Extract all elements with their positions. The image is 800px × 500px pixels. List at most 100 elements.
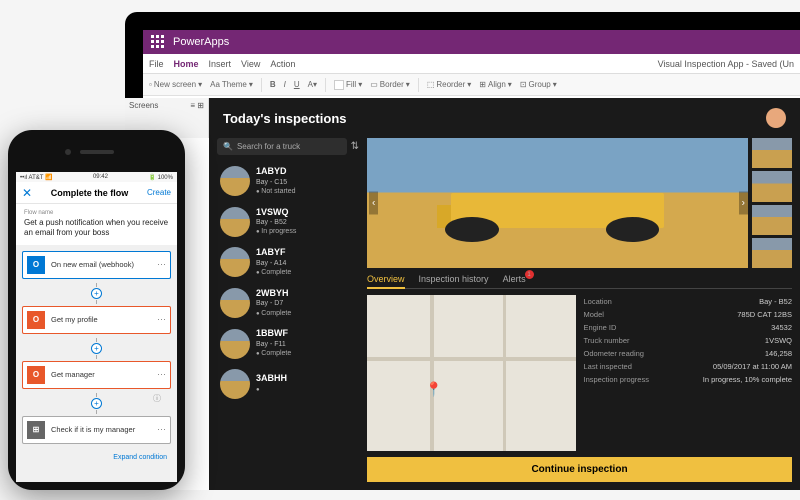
spec-table: LocationBay - B52Model785D CAT 12BSEngin… bbox=[584, 295, 793, 451]
flow-step[interactable]: ⊞Check if it is my manager⋯ bbox=[22, 416, 171, 444]
tab-inspection-history[interactable]: Inspection history bbox=[419, 274, 489, 285]
carrier-label: ••ıl AT&T 📶 bbox=[20, 174, 52, 181]
truck-thumb bbox=[220, 369, 250, 399]
spec-row: Model785D CAT 12BS bbox=[584, 308, 793, 321]
thumbnail-1[interactable] bbox=[752, 138, 792, 168]
truck-thumb bbox=[220, 207, 250, 237]
connector-icon: O bbox=[27, 256, 45, 274]
format-toolbar: ▫ New screen ▾ Aa Theme ▾ B I U A▾ Fill … bbox=[143, 74, 800, 96]
truck-thumb bbox=[220, 288, 250, 318]
spec-row: Odometer reading146,258 bbox=[584, 347, 793, 360]
tab-file[interactable]: File bbox=[149, 59, 164, 69]
add-step-icon[interactable]: + bbox=[91, 343, 102, 354]
location-map[interactable]: 📍 bbox=[367, 295, 576, 451]
tab-action[interactable]: Action bbox=[270, 59, 295, 69]
truck-thumb bbox=[220, 166, 250, 196]
truck-list-item[interactable]: 3ABHH bbox=[217, 364, 359, 404]
sort-icon[interactable]: ⇅ bbox=[351, 141, 359, 152]
new-screen-button[interactable]: ▫ New screen ▾ bbox=[149, 80, 202, 89]
underline-button[interactable]: U bbox=[294, 80, 300, 89]
align-button[interactable]: ⊞ Align ▾ bbox=[479, 80, 512, 89]
user-avatar[interactable] bbox=[766, 108, 786, 128]
battery-label: 🔋 100% bbox=[148, 174, 173, 181]
truck-list-item[interactable]: 2WBYHBay - D7Complete bbox=[217, 283, 359, 324]
flow-steps: OOn new email (webhook)⋯ + OGet my profile… bbox=[16, 245, 177, 452]
italic-button[interactable]: I bbox=[284, 80, 286, 89]
phone-device: ••ıl AT&T 📶 09:42 🔋 100% ✕ Complete the … bbox=[8, 130, 185, 490]
screens-panel-label: Screens bbox=[143, 101, 158, 110]
add-step-icon[interactable]: + bbox=[91, 288, 102, 299]
hero-image[interactable] bbox=[367, 138, 748, 268]
connector-icon: ⊞ bbox=[27, 421, 45, 439]
thumbnail-4[interactable] bbox=[752, 238, 792, 268]
waffle-icon[interactable] bbox=[151, 35, 165, 49]
font-color-button[interactable]: A▾ bbox=[308, 80, 317, 89]
hero-gallery: ‹ › bbox=[367, 138, 792, 268]
truck-thumb bbox=[220, 329, 250, 359]
reorder-button[interactable]: ⬚ Reorder ▾ bbox=[427, 80, 471, 89]
detail-column: ‹ › Overview Inspection history Alerts1 bbox=[367, 138, 800, 490]
phone-status-bar: ••ıl AT&T 📶 09:42 🔋 100% bbox=[16, 172, 177, 182]
thumbnail-2[interactable] bbox=[752, 171, 792, 201]
create-button[interactable]: Create bbox=[147, 188, 171, 197]
clock-label: 09:42 bbox=[93, 174, 108, 180]
search-icon: 🔍 bbox=[223, 142, 233, 151]
more-icon[interactable]: ⋯ bbox=[157, 314, 166, 325]
flow-name-label: Flow name bbox=[24, 210, 169, 216]
tab-alerts[interactable]: Alerts1 bbox=[503, 274, 526, 285]
connector-icon: O bbox=[27, 366, 45, 384]
add-step-icon[interactable]: + bbox=[91, 398, 102, 409]
step-connector: + bbox=[22, 281, 171, 306]
info-icon[interactable]: ⓘ bbox=[153, 393, 161, 404]
continue-inspection-button[interactable]: Continue inspection bbox=[367, 457, 792, 482]
flow-step[interactable]: OGet manager⋯ bbox=[22, 361, 171, 389]
step-connector: + bbox=[22, 336, 171, 361]
tab-home[interactable]: Home bbox=[174, 59, 199, 69]
theme-button[interactable]: Aa Theme ▾ bbox=[210, 80, 253, 89]
fill-button[interactable]: Fill ▾ bbox=[334, 80, 362, 90]
bold-button[interactable]: B bbox=[270, 80, 276, 89]
flow-name-field[interactable]: Flow name Get a push notification when y… bbox=[16, 204, 177, 245]
ribbon-tabs: File Home Insert View Action Visual Insp… bbox=[143, 54, 800, 74]
tablet-screen: PowerApps File Home Insert View Action V… bbox=[143, 30, 800, 490]
more-icon[interactable]: ⋯ bbox=[157, 259, 166, 270]
expand-condition-link[interactable]: Expand condition bbox=[16, 452, 177, 463]
app-canvas: Today's inspections 🔍 Search for a truck… bbox=[209, 98, 800, 490]
panel-view-icons[interactable]: ≡ ⊞ bbox=[190, 101, 204, 110]
chevron-left-icon[interactable]: ‹ bbox=[369, 192, 378, 215]
flow-step[interactable]: OOn new email (webhook)⋯ bbox=[22, 251, 171, 279]
spec-row: Last inspected05/09/2017 at 11:00 AM bbox=[584, 360, 793, 373]
page-title: Complete the flow bbox=[51, 188, 129, 198]
tab-overview[interactable]: Overview bbox=[367, 274, 405, 289]
truck-list-item[interactable]: 1BBWFBay - F11Complete bbox=[217, 323, 359, 364]
connector-icon: O bbox=[27, 311, 45, 329]
thumbnail-3[interactable] bbox=[752, 205, 792, 235]
more-icon[interactable]: ⋯ bbox=[157, 424, 166, 435]
tab-insert[interactable]: Insert bbox=[209, 59, 232, 69]
map-pin-icon: 📍 bbox=[425, 381, 442, 398]
spec-row: Inspection progressIn progress, 10% comp… bbox=[584, 373, 793, 386]
app-name: PowerApps bbox=[173, 36, 229, 48]
flow-name-value: Get a push notification when you receive… bbox=[24, 218, 169, 239]
step-connector: +ⓘ bbox=[22, 391, 171, 416]
truck-list-column: 🔍 Search for a truck ⇅ 1ABYDBay - C15Not… bbox=[209, 138, 367, 490]
truck-list-item[interactable]: 1VSWQBay - B52In progress bbox=[217, 202, 359, 243]
flow-step[interactable]: OGet my profile⋯ bbox=[22, 306, 171, 334]
alert-badge: 1 bbox=[525, 270, 534, 279]
tablet-device: PowerApps File Home Insert View Action V… bbox=[125, 12, 800, 490]
close-icon[interactable]: ✕ bbox=[22, 186, 32, 200]
phone-header: ✕ Complete the flow Create bbox=[16, 182, 177, 204]
thumbnail-strip bbox=[752, 138, 792, 268]
group-button[interactable]: ⊡ Group ▾ bbox=[520, 80, 557, 89]
truck-thumb bbox=[220, 247, 250, 277]
truck-list-item[interactable]: 1ABYFBay - A14Complete bbox=[217, 242, 359, 283]
search-input[interactable]: 🔍 Search for a truck bbox=[217, 138, 347, 155]
phone-screen: ••ıl AT&T 📶 09:42 🔋 100% ✕ Complete the … bbox=[16, 172, 177, 482]
tab-view[interactable]: View bbox=[241, 59, 260, 69]
dump-truck-illustration bbox=[424, 164, 691, 242]
chevron-right-icon[interactable]: › bbox=[739, 192, 748, 215]
truck-list-item[interactable]: 1ABYDBay - C15Not started bbox=[217, 161, 359, 202]
border-button[interactable]: ▭ Border ▾ bbox=[370, 80, 410, 89]
app-titlebar: PowerApps bbox=[143, 30, 800, 54]
more-icon[interactable]: ⋯ bbox=[157, 369, 166, 380]
